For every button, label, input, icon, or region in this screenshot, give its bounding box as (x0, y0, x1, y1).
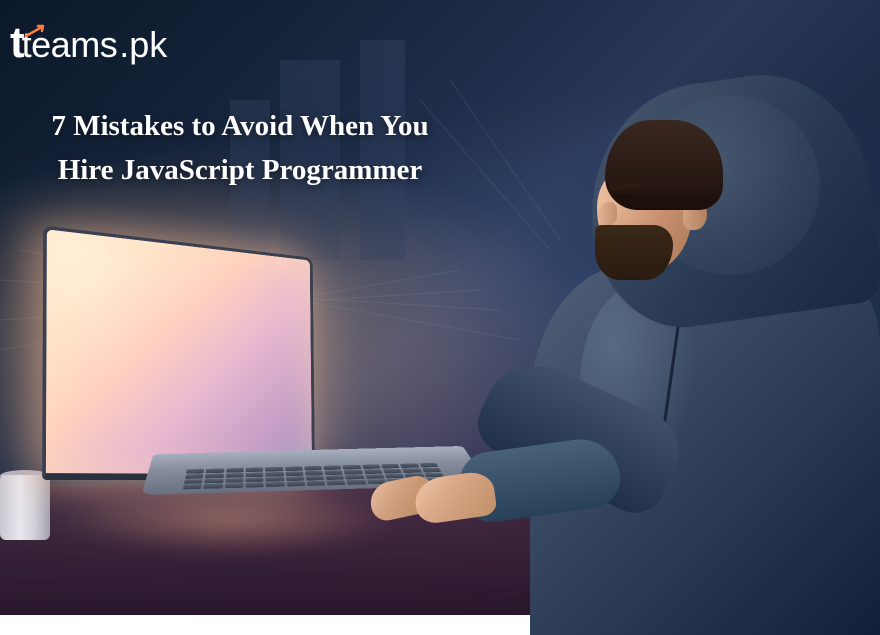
article-headline: 7 Mistakes to Avoid When You Hire JavaSc… (50, 105, 430, 192)
hero-banner: t teams .pk 7 Mistakes to Avoid When You… (0, 0, 880, 615)
logo: t teams .pk (10, 18, 167, 68)
person-head (595, 120, 725, 275)
logo-text-suffix: .pk (119, 24, 167, 66)
logo-letter-t: t (10, 18, 24, 68)
logo-arrow-icon (24, 24, 48, 38)
laptop-screen (42, 226, 315, 480)
programmer-illustration (450, 55, 880, 615)
